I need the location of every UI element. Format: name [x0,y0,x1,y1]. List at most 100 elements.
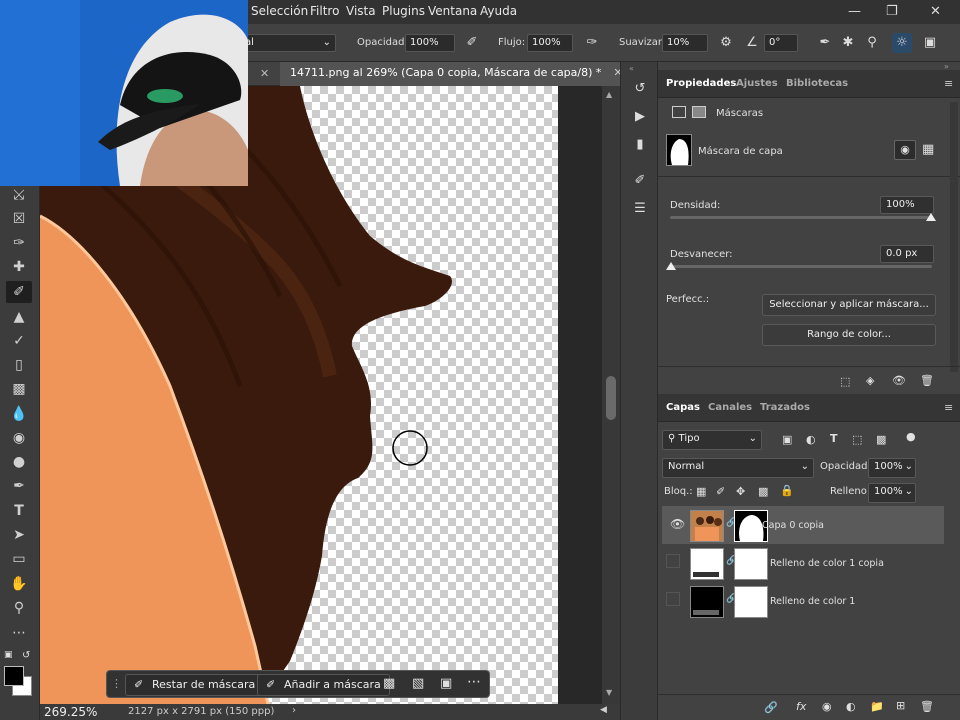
layer-opacity-input[interactable]: 100% ⌄ [868,458,916,478]
eyedropper-tool-icon[interactable]: ✑ [6,232,32,254]
feather-slider-handle[interactable] [666,262,676,270]
minimize-icon[interactable]: — [848,4,861,19]
apply-mask-icon[interactable]: ◈ [866,374,874,387]
crop-tool-icon[interactable]: ⤩ [6,184,32,206]
zoom-level[interactable]: 269.25% [44,705,97,719]
load-selection-icon[interactable]: ⬚ [840,375,850,388]
brush-mode-select[interactable]: al ⌄ [240,34,336,52]
invert-mask-icon[interactable]: ▣ [440,676,452,691]
panel-menu-icon[interactable]: ≡ [944,77,953,90]
restore-icon[interactable]: ❐ [886,4,898,19]
scrollbar-thumb[interactable] [606,376,616,420]
layers-menu-icon[interactable]: ≡ [944,401,953,414]
close-icon[interactable]: ✕ [930,4,941,19]
fill-input[interactable]: 100% ⌄ [868,483,916,503]
zoom-tool-icon[interactable]: ⚲ [6,597,32,619]
link-layers-icon[interactable]: 🔗 [764,701,778,714]
add-vector-mask-icon[interactable]: ▦ [922,142,934,157]
density-slider-handle[interactable] [926,213,936,221]
lock-transparent-icon[interactable]: ▦ [696,485,706,498]
smoothing-input[interactable]: 10% [662,34,708,52]
swap-colors-icon[interactable]: ↺ [22,650,34,662]
mask-options-icon[interactable]: ▩ [383,676,395,691]
pressure-opacity-icon[interactable]: ✐ [462,33,482,53]
document-tab[interactable]: 14711.png al 269% (Capa 0 copia, Máscara… [280,62,633,86]
scroll-left-icon[interactable]: ◀ [600,705,607,715]
layer-mask-thumbnail[interactable] [734,548,768,580]
lock-all-icon[interactable]: 🔒 [780,484,794,497]
foreground-color-swatch[interactable] [4,666,24,686]
gradient-tool-icon[interactable]: ▩ [6,378,32,400]
lock-artboard-icon[interactable]: ▩ [758,485,768,498]
filter-pixel-icon[interactable]: ▣ [782,433,792,446]
airbrush-icon[interactable]: ✑ [582,33,602,53]
add-mask-icon[interactable]: ◉ [822,700,832,713]
feather-slider[interactable] [670,265,932,268]
visibility-toggle-empty[interactable] [666,554,680,568]
path-selection-tool-icon[interactable]: ➤ [6,524,32,546]
search-icon[interactable]: ⚲ [862,33,882,53]
actions-panel-icon[interactable]: ▶ [629,106,651,128]
color-range-button[interactable]: Rango de color... [762,324,936,346]
visibility-toggle-empty[interactable] [666,592,680,606]
flow-input[interactable]: 100% [527,34,573,52]
subtract-from-mask-button[interactable]: ✐ Restar de máscara [125,674,265,696]
new-layer-icon[interactable]: ⊞ [896,699,905,712]
blur-tool-icon[interactable]: 💧 [6,403,32,425]
filter-type-icon[interactable]: T [830,432,838,445]
pen-tool-icon[interactable]: ✒ [6,475,32,497]
menu-filtro[interactable]: Filtro [310,4,339,18]
brush-tool-icon[interactable]: ✐ [6,281,32,303]
pressure-size-icon[interactable]: ✒ [815,33,835,53]
blend-mode-select[interactable]: Normal ⌄ [662,458,814,478]
feather-input[interactable]: 0.0 px [880,245,934,263]
history-panel-icon[interactable]: ↺ [629,78,651,100]
add-to-mask-button[interactable]: ✐ Añadir a máscara [257,674,390,696]
more-options-icon[interactable]: ⋯ [467,674,481,690]
tab-paths[interactable]: Trazados [760,402,810,413]
prev-tab-close-icon[interactable]: ✕ [260,67,269,80]
select-and-mask-button[interactable]: Seleccionar y aplicar máscara... [762,294,936,316]
layer-row-relleno-1-copia[interactable]: 🔗 Relleno de color 1 copia [662,544,944,582]
eraser-tool-icon[interactable]: ▯ [6,354,32,376]
menu-ayuda[interactable]: Ayuda [480,4,517,18]
menu-ventana[interactable]: Ventana [428,4,477,18]
symmetry-icon[interactable]: ✱ [838,33,858,53]
select-pixel-mask-icon[interactable]: ◉ [894,140,916,160]
filter-smart-object-icon[interactable]: ▩ [876,433,886,446]
menu-seleccion[interactable]: Selección [251,4,308,18]
filter-toggle-icon[interactable]: ● [906,430,916,443]
visibility-eye-icon[interactable]: 👁 [670,517,685,531]
new-adjustment-icon[interactable]: ◐ [846,700,856,713]
vector-mask-icon[interactable] [692,106,706,118]
lock-position-icon[interactable]: ✥ [736,485,745,498]
comments-panel-icon[interactable]: ▮ [629,134,651,156]
tab-adjustments[interactable]: Ajustes [736,78,778,89]
status-menu-icon[interactable]: › [292,705,296,716]
density-slider[interactable] [670,216,932,219]
more-tools-icon[interactable]: ⋯ [6,622,32,644]
history-brush-tool-icon[interactable]: ✓ [6,330,32,352]
fx-icon[interactable]: fx [796,700,806,713]
filter-adjustment-icon[interactable]: ◐ [806,433,816,446]
filter-shape-icon[interactable]: ⬚ [852,433,862,446]
hand-tool-icon[interactable]: ✋ [6,573,32,595]
disable-mask-icon[interactable]: ▧ [412,676,424,691]
healing-brush-tool-icon[interactable]: ✚ [6,256,32,278]
scroll-up-icon[interactable]: ▲ [606,90,612,99]
layer-row-relleno-1[interactable]: 🔗 Relleno de color 1 [662,582,944,620]
delete-mask-icon[interactable]: 🗑 [920,374,934,387]
tab-channels[interactable]: Canales [708,402,752,413]
dodge-tool-icon[interactable]: ◉ [6,427,32,449]
stamp-tool-icon[interactable]: ▲ [6,306,32,328]
vertical-scrollbar[interactable]: ▲ ▼ [602,86,620,704]
default-colors-icon[interactable]: ▣ [4,650,16,662]
tab-layers[interactable]: Capas [660,394,706,422]
workspace-icon[interactable]: ▣ [920,33,940,53]
opacity-input[interactable]: 100% [405,34,455,52]
gear-icon[interactable]: ⚙ [716,33,736,53]
drag-handle-icon[interactable]: ⋮ [111,677,122,690]
brushes-panel-icon[interactable]: ✐ [629,170,651,192]
properties-scrollbar[interactable] [950,102,958,372]
adjustments-panel-icon[interactable]: ☰ [629,198,651,220]
